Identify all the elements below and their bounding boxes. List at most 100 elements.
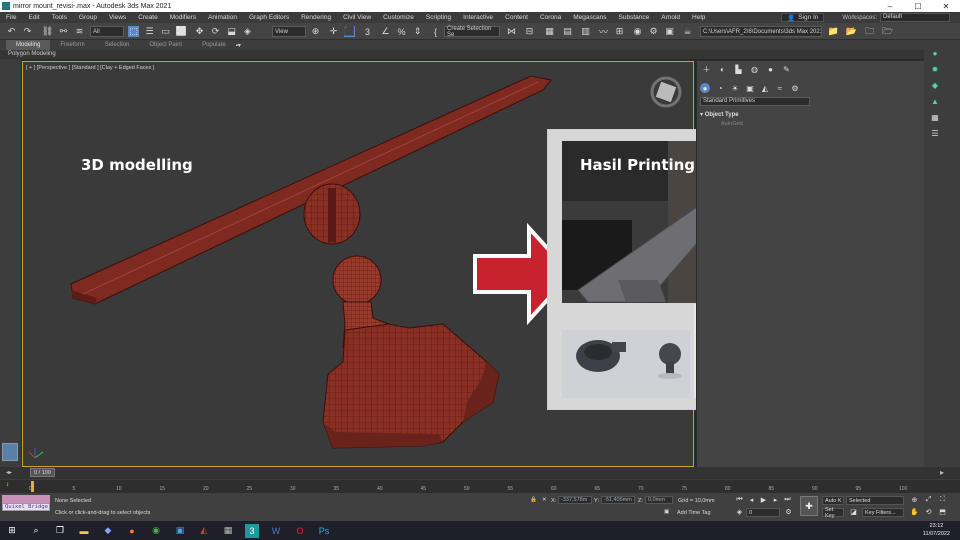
maxscript-listener[interactable] bbox=[2, 495, 50, 503]
autogrid-checkbox[interactable]: AutoGrid bbox=[721, 121, 743, 127]
systems-icon[interactable]: ⚙ bbox=[790, 83, 800, 93]
primitives-dropdown[interactable]: Standard Primitives bbox=[700, 97, 810, 106]
menu-content[interactable]: Content bbox=[499, 14, 534, 21]
maximize-viewport-icon[interactable]: ⬒ bbox=[938, 507, 947, 516]
next-frame-icon[interactable]: ▸ bbox=[940, 468, 944, 477]
settings-icon[interactable]: ◆ bbox=[930, 80, 940, 90]
select-move-icon[interactable]: ✥ bbox=[194, 26, 205, 37]
project-folder-icon[interactable]: 📁 bbox=[828, 26, 839, 37]
isolate-selection-icon[interactable]: 🔒 bbox=[530, 497, 537, 503]
save-folder-icon[interactable]: 🗀 bbox=[864, 26, 875, 37]
create-tab-icon[interactable]: ＋ bbox=[701, 64, 712, 75]
align-icon[interactable]: ⊟ bbox=[524, 26, 535, 37]
cameras-icon[interactable]: ▣ bbox=[745, 83, 755, 93]
system-clock[interactable]: 23:12 11/07/2022 bbox=[923, 522, 950, 538]
x-coordinate-field[interactable]: -337,578m bbox=[558, 496, 592, 504]
y-coordinate-field[interactable]: -51,406mm bbox=[601, 496, 635, 504]
add-time-tag-button[interactable]: Add Time Tag bbox=[677, 510, 711, 516]
layer-explorer-icon[interactable]: ▤ bbox=[562, 26, 573, 37]
utilities-tab-icon[interactable]: ✎ bbox=[781, 64, 792, 75]
chat-icon[interactable]: ◆ bbox=[101, 524, 115, 538]
window-crossing-icon[interactable]: ⬜ bbox=[176, 26, 187, 37]
quixel-bridge-button[interactable]: Quixel Bridge bbox=[2, 503, 50, 511]
link-icon[interactable]: ⛓ bbox=[42, 26, 53, 37]
schematic-view-icon[interactable]: ⊞ bbox=[614, 26, 625, 37]
render-production-icon[interactable]: ☕ bbox=[682, 26, 693, 37]
photoshop-icon[interactable]: Ps bbox=[317, 524, 331, 538]
menu-interactive[interactable]: Interactive bbox=[457, 14, 499, 21]
task-view-icon[interactable]: ❐ bbox=[53, 524, 67, 538]
key-set-dropdown[interactable]: Selected bbox=[846, 496, 904, 505]
rendered-frame-window-icon[interactable]: ▣ bbox=[664, 26, 675, 37]
zoom-icon[interactable]: ⊕ bbox=[910, 495, 919, 504]
shapes-icon[interactable]: ◔ bbox=[715, 83, 725, 93]
angle-snap-icon[interactable]: ∠ bbox=[380, 26, 391, 37]
menu-substance[interactable]: Substance bbox=[613, 14, 656, 21]
stack-icon[interactable]: ☰ bbox=[930, 128, 940, 138]
snaps-toggle-icon[interactable]: 3 bbox=[362, 26, 373, 37]
pan-view-icon[interactable]: ✋ bbox=[910, 507, 919, 516]
go-to-end-icon[interactable]: ⏭ bbox=[783, 495, 792, 504]
go-to-start-icon[interactable]: ⏮ bbox=[735, 495, 744, 504]
menu-tools[interactable]: Tools bbox=[46, 14, 73, 21]
select-manipulate-icon[interactable]: ✛ bbox=[328, 26, 339, 37]
select-object-icon[interactable]: ⬚ bbox=[128, 26, 139, 37]
select-rotate-icon[interactable]: ⟳ bbox=[210, 26, 221, 37]
auto-key-button[interactable]: Auto K bbox=[822, 496, 844, 505]
mirror-icon[interactable]: ⋈ bbox=[506, 26, 517, 37]
asset-folder-icon[interactable]: 🗁 bbox=[882, 26, 893, 37]
time-slider-bar[interactable]: ◂▸ 0 / 100 ▸ bbox=[0, 467, 960, 479]
firefox-icon[interactable]: ● bbox=[125, 524, 139, 538]
menu-views[interactable]: Views bbox=[103, 14, 132, 21]
hierarchy-tab-icon[interactable]: ▙ bbox=[733, 64, 744, 75]
rect-selection-icon[interactable]: ▭ bbox=[160, 26, 171, 37]
windows-start-icon[interactable]: ⊞ bbox=[5, 524, 19, 538]
play-icon[interactable]: ▶ bbox=[759, 495, 768, 504]
set-keys-button[interactable]: ✚ bbox=[800, 496, 818, 516]
current-frame-field[interactable]: 0 bbox=[746, 508, 780, 517]
select-scale-icon[interactable]: ⬓ bbox=[226, 26, 237, 37]
geometry-icon[interactable]: ● bbox=[700, 83, 710, 93]
time-slider[interactable]: 0 / 100 bbox=[30, 468, 55, 477]
reference-coord-dropdown[interactable]: View bbox=[272, 26, 306, 37]
maximize-button[interactable]: ☐ bbox=[904, 0, 932, 12]
word-icon[interactable]: W bbox=[269, 524, 283, 538]
scene-explorer-icon[interactable]: ▦ bbox=[544, 26, 555, 37]
menu-group[interactable]: Group bbox=[73, 14, 103, 21]
pin-icon[interactable]: ● bbox=[930, 48, 940, 58]
explorer-icon[interactable]: ▦ bbox=[930, 112, 940, 122]
file-explorer-icon[interactable]: ▬ bbox=[77, 524, 91, 538]
menu-file[interactable]: File bbox=[0, 14, 22, 21]
percent-snap-icon[interactable]: % bbox=[396, 26, 407, 37]
autodesk-icon[interactable]: ◭ bbox=[197, 524, 211, 538]
ribbon-options-icon[interactable]: ▪▾ bbox=[236, 42, 241, 49]
polygon-modeling-label[interactable]: Polygon Modeling bbox=[8, 51, 56, 57]
menu-modifiers[interactable]: Modifiers bbox=[164, 14, 202, 21]
space-warps-icon[interactable]: ≈ bbox=[775, 83, 785, 93]
pivot-center-icon[interactable]: ⊕ bbox=[310, 26, 321, 37]
tab-modeling[interactable]: Modeling bbox=[6, 40, 51, 50]
tab-object-paint[interactable]: Object Paint bbox=[139, 42, 192, 48]
spinner-snap-icon[interactable]: ⇕ bbox=[412, 26, 423, 37]
z-coordinate-field[interactable]: 0,0mm bbox=[645, 496, 673, 504]
previous-frame-icon[interactable]: ◂ bbox=[747, 495, 756, 504]
track-bar[interactable]: ↕ 0 5 10 15 20 25 30 35 40 45 50 55 60 65 70 75 80 85 90 95… bbox=[0, 479, 960, 493]
layers-icon[interactable]: ▲ bbox=[930, 96, 940, 106]
placement-icon[interactable]: ◈ bbox=[242, 26, 253, 37]
object-type-rollout[interactable]: ▾ Object Type bbox=[700, 111, 806, 118]
menu-customize[interactable]: Customize bbox=[377, 14, 420, 21]
redo-icon[interactable]: ↷ bbox=[22, 26, 33, 37]
menu-animation[interactable]: Animation bbox=[202, 14, 243, 21]
motion-tab-icon[interactable]: ◍ bbox=[749, 64, 760, 75]
tab-freeform[interactable]: Freeform bbox=[50, 42, 94, 48]
render-setup-icon[interactable]: ⚙ bbox=[648, 26, 659, 37]
zoom-extents-icon[interactable]: ⛶ bbox=[938, 495, 947, 504]
undo-icon[interactable]: ↶ bbox=[6, 26, 17, 37]
next-frame-button-icon[interactable]: ▸ bbox=[771, 495, 780, 504]
material-editor-icon[interactable]: ◉ bbox=[632, 26, 643, 37]
modify-tab-icon[interactable]: ◐ bbox=[717, 64, 728, 75]
selection-filter-dropdown[interactable]: All bbox=[90, 26, 124, 37]
workspaces-dropdown[interactable]: Default bbox=[880, 13, 950, 22]
key-filter-icon[interactable]: ◪ bbox=[849, 507, 858, 516]
unlink-icon[interactable]: ⚯ bbox=[58, 26, 69, 37]
